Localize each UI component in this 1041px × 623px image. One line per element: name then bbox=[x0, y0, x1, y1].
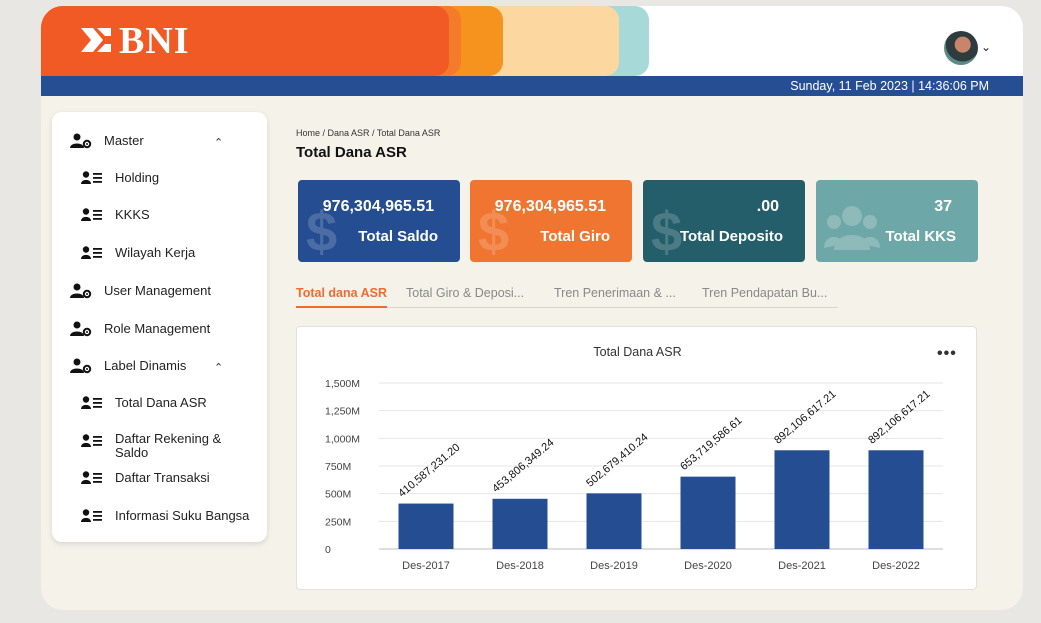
sidebar-item-label: User Management bbox=[104, 283, 211, 298]
sidebar-item-kkks[interactable]: KKKS bbox=[81, 208, 150, 222]
sidebar-item-label: Wilayah Kerja bbox=[115, 245, 196, 260]
sidebar-item-daftar-rekening[interactable]: Daftar Rekening & Saldo bbox=[81, 432, 235, 460]
sidebar-item-label: Total Dana ASR bbox=[115, 395, 207, 410]
x-tick-label: Des-2022 bbox=[872, 560, 920, 572]
sidebar-item-role-management[interactable]: Role Management bbox=[70, 321, 210, 337]
sidebar-item-label: Label Dinamis bbox=[104, 358, 187, 373]
logo-text: BNI bbox=[119, 20, 190, 62]
sidebar-item-label: Master bbox=[104, 133, 144, 148]
sidebar-item-informasi-suku-bangsa[interactable]: Informasi Suku Bangsa bbox=[81, 509, 249, 523]
card-total-saldo[interactable]: $ 976,304,965.51 Total Saldo bbox=[298, 180, 460, 262]
chart-tabs: Total dana ASR Total Giro & Deposi... Tr… bbox=[296, 286, 838, 308]
tab-tren-penerimaan[interactable]: Tren Penerimaan & ... bbox=[554, 286, 676, 300]
card-caption: Total Deposito bbox=[679, 228, 783, 245]
bar bbox=[492, 498, 548, 549]
chevron-up-icon[interactable]: ⌃ bbox=[214, 136, 223, 149]
page-title: Total Dana ASR bbox=[296, 144, 407, 161]
sidebar-item-label: Informasi Suku Bangsa bbox=[115, 508, 250, 523]
dollar-icon: $ bbox=[651, 200, 683, 262]
bar bbox=[586, 493, 642, 549]
card-caption: Total Giro bbox=[540, 228, 610, 245]
x-tick-label: Des-2017 bbox=[402, 560, 450, 572]
x-tick-label: Des-2018 bbox=[496, 560, 544, 572]
sidebar-item-wilayah-kerja[interactable]: Wilayah Kerja bbox=[81, 246, 195, 260]
sidebar-item-holding[interactable]: Holding bbox=[81, 171, 159, 185]
bar bbox=[680, 476, 736, 549]
user-list-icon bbox=[81, 396, 102, 409]
card-total-giro[interactable]: $ 976,304,965.51 Total Giro bbox=[470, 180, 632, 262]
chevron-up-icon[interactable]: ⌃ bbox=[214, 361, 223, 374]
data-label: 653,719,586.61 bbox=[678, 415, 744, 473]
sidebar-item-daftar-transaksi[interactable]: Daftar Transaksi bbox=[81, 471, 210, 485]
user-list-icon bbox=[81, 246, 102, 259]
x-tick-label: Des-2020 bbox=[684, 560, 732, 572]
breadcrumb[interactable]: Home / Dana ASR / Total Dana ASR bbox=[296, 128, 440, 138]
chart-title: Total Dana ASR bbox=[593, 345, 682, 359]
sidebar-item-label: Daftar Rekening & Saldo bbox=[115, 431, 222, 460]
sidebar-item-user-management[interactable]: User Management bbox=[70, 283, 211, 299]
user-list-icon bbox=[81, 171, 102, 184]
chart-card: 0 250M 500M 750M 1,000M 1,250M 1,500M Des-2017 4… bbox=[296, 326, 977, 590]
users-icon bbox=[824, 206, 880, 250]
sidebar-item-total-dana-asr[interactable]: Total Dana ASR bbox=[81, 396, 207, 410]
app-frame: BNI ⌄ Sunday, 11 Feb 2023 | 14:36:06 PM … bbox=[41, 6, 1023, 610]
card-total-kks[interactable]: 37 Total KKS bbox=[816, 180, 978, 262]
tab-tren-pendapatan[interactable]: Tren Pendapatan Bu... bbox=[702, 286, 827, 300]
user-gear-icon bbox=[70, 358, 92, 374]
bar bbox=[398, 503, 454, 549]
x-tick-label: Des-2019 bbox=[590, 560, 638, 572]
sidebar-item-label: Daftar Transaksi bbox=[115, 470, 210, 485]
card-caption: Total KKS bbox=[885, 228, 956, 245]
sidebar-item-label: KKKS bbox=[115, 207, 150, 222]
user-list-icon bbox=[81, 471, 102, 484]
y-tick-label: 500M bbox=[325, 489, 351, 501]
sidebar-item-label: Role Management bbox=[104, 321, 211, 336]
datetime-bar: Sunday, 11 Feb 2023 | 14:36:06 PM bbox=[41, 76, 1023, 96]
tab-total-giro-deposito[interactable]: Total Giro & Deposi... bbox=[406, 286, 524, 300]
user-list-icon bbox=[81, 434, 102, 447]
datetime-text: Sunday, 11 Feb 2023 | 14:36:06 PM bbox=[790, 79, 989, 93]
y-tick-label: 1,500M bbox=[325, 378, 360, 390]
user-gear-icon bbox=[70, 133, 92, 149]
avatar[interactable] bbox=[944, 31, 978, 65]
user-gear-icon bbox=[70, 321, 92, 337]
data-label: 410,587,231.20 bbox=[396, 442, 462, 500]
more-options-icon[interactable]: ••• bbox=[937, 346, 957, 362]
tab-total-dana-asr[interactable]: Total dana ASR bbox=[296, 286, 387, 308]
bni-logo-icon bbox=[81, 28, 111, 52]
card-value: 37 bbox=[934, 198, 952, 215]
y-tick-label: 250M bbox=[325, 516, 351, 528]
card-total-deposito[interactable]: $ .00 Total Deposito bbox=[643, 180, 805, 262]
y-tick-label: 0 bbox=[325, 544, 331, 556]
x-tick-label: Des-2021 bbox=[778, 560, 826, 572]
user-gear-icon bbox=[70, 283, 92, 299]
card-value: .00 bbox=[756, 198, 779, 215]
y-tick-label: 1,000M bbox=[325, 433, 360, 445]
y-tick-label: 1,250M bbox=[325, 406, 360, 418]
data-label: 892,106,617.21 bbox=[866, 388, 932, 446]
bni-logo[interactable]: BNI bbox=[79, 22, 190, 60]
user-list-icon bbox=[81, 509, 102, 522]
sidebar-item-label: Holding bbox=[115, 170, 160, 185]
sidebar: Master ⌃ Holding KKKS Wilayah Kerja User… bbox=[52, 112, 267, 542]
user-list-icon bbox=[81, 208, 102, 221]
data-label: 502,679,410.24 bbox=[584, 431, 650, 489]
chevron-down-icon[interactable]: ⌄ bbox=[981, 40, 991, 54]
card-caption: Total Saldo bbox=[358, 228, 438, 245]
bar bbox=[774, 450, 830, 549]
card-value: 976,304,965.51 bbox=[494, 198, 606, 215]
sidebar-item-master[interactable]: Master bbox=[70, 133, 144, 149]
sidebar-item-label-dinamis[interactable]: Label Dinamis bbox=[70, 358, 186, 374]
y-tick-label: 750M bbox=[325, 461, 351, 473]
data-label: 892,106,617.21 bbox=[772, 388, 838, 446]
top-header: BNI ⌄ bbox=[41, 6, 1023, 76]
bar-chart: 0 250M 500M 750M 1,000M 1,250M 1,500M Des-2017 4… bbox=[325, 378, 943, 572]
card-value: 976,304,965.51 bbox=[322, 198, 434, 215]
bar bbox=[868, 450, 924, 549]
